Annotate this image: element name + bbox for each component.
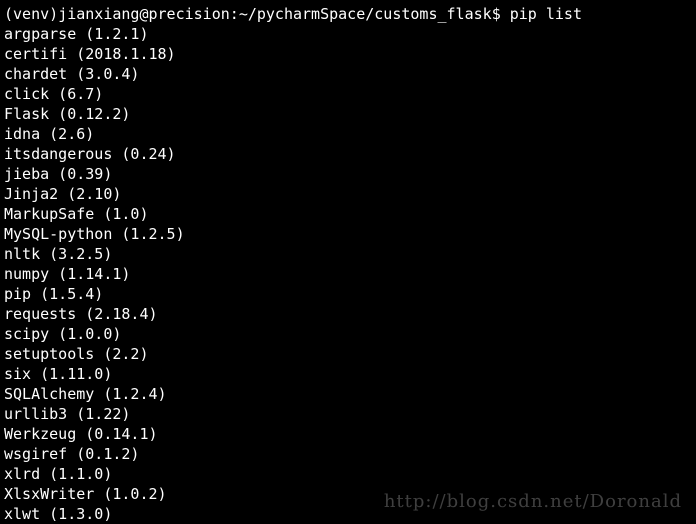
prompt-colon: : [230,5,239,23]
prompt-host: precision [149,5,230,23]
command-text: pip list [510,5,582,23]
terminal-output[interactable]: (venv)jianxiang@precision:~/pycharmSpace… [0,0,696,524]
prompt-path: ~/pycharmSpace/customs_flask [239,5,492,23]
prompt-dollar: $ [492,5,510,23]
prompt-user: jianxiang [58,5,139,23]
package-list: argparse (1.2.1) certifi (2018.1.18) cha… [4,24,692,524]
prompt-venv: (venv) [4,5,58,23]
prompt-at: @ [139,5,148,23]
